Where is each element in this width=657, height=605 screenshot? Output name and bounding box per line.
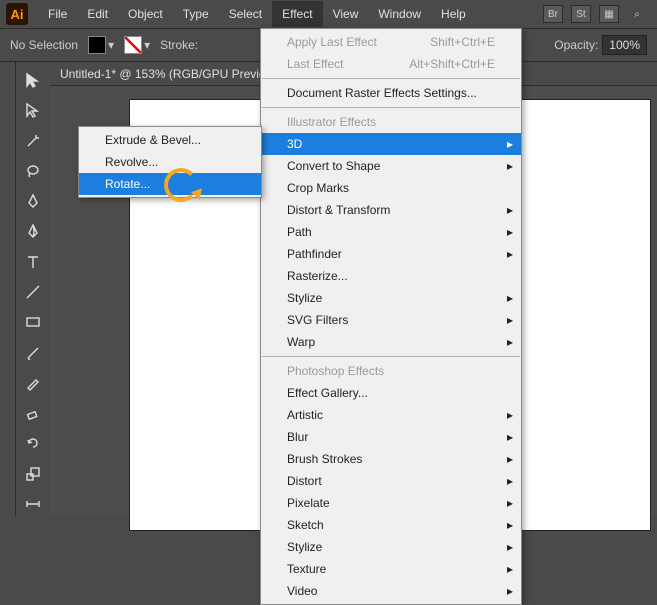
submenu-arrow-icon: ▸ bbox=[507, 225, 513, 239]
stroke-label: Stroke: bbox=[160, 38, 198, 52]
tool-panel bbox=[16, 62, 50, 516]
menu-3d-rotate[interactable]: Rotate... bbox=[79, 173, 261, 195]
effect-3d-submenu: Extrude & Bevel...Revolve...Rotate... bbox=[78, 126, 262, 198]
submenu-arrow-icon: ▸ bbox=[507, 408, 513, 422]
menu-separator bbox=[262, 107, 520, 108]
submenu-arrow-icon: ▸ bbox=[507, 247, 513, 261]
menu-effect-convert-to-shape[interactable]: Convert to Shape▸ bbox=[261, 155, 521, 177]
menu-header-photoshop: Photoshop Effects bbox=[261, 360, 521, 382]
opacity-value[interactable]: 100% bbox=[602, 35, 647, 55]
direct-selection-tool-icon[interactable] bbox=[20, 98, 46, 122]
menu-separator bbox=[262, 356, 520, 357]
submenu-arrow-icon: ▸ bbox=[507, 496, 513, 510]
submenu-arrow-icon: ▸ bbox=[507, 562, 513, 576]
search-icon[interactable]: ⌕ bbox=[627, 5, 647, 23]
menu-separator bbox=[262, 78, 520, 79]
menu-type[interactable]: Type bbox=[173, 1, 219, 27]
menu-effect-effect-gallery[interactable]: Effect Gallery... bbox=[261, 382, 521, 404]
type-tool-icon[interactable] bbox=[20, 250, 46, 274]
menu-3d-revolve[interactable]: Revolve... bbox=[79, 151, 261, 173]
scale-tool-icon[interactable] bbox=[20, 461, 46, 485]
chevron-down-icon[interactable]: ▾ bbox=[144, 38, 150, 52]
menu-3d-extrude-bevel[interactable]: Extrude & Bevel... bbox=[79, 129, 261, 151]
menu-effect-video[interactable]: Video▸ bbox=[261, 580, 521, 602]
paintbrush-tool-icon[interactable] bbox=[20, 340, 46, 364]
submenu-arrow-icon: ▸ bbox=[507, 540, 513, 554]
rotate-tool-icon[interactable] bbox=[20, 431, 46, 455]
submenu-arrow-icon: ▸ bbox=[507, 430, 513, 444]
menu-effect-sketch[interactable]: Sketch▸ bbox=[261, 514, 521, 536]
menu-effect-distort-transform[interactable]: Distort & Transform▸ bbox=[261, 199, 521, 221]
menu-header-illustrator: Illustrator Effects bbox=[261, 111, 521, 133]
menu-apply-last-effect[interactable]: Apply Last EffectShift+Ctrl+E bbox=[261, 31, 521, 53]
menu-doc-raster-settings[interactable]: Document Raster Effects Settings... bbox=[261, 82, 521, 104]
menubar: Ai File Edit Object Type Select Effect V… bbox=[0, 0, 657, 28]
menu-effect-3d[interactable]: 3D▸ bbox=[261, 133, 521, 155]
menu-effect[interactable]: Effect bbox=[272, 1, 322, 27]
workspace-icon[interactable]: ▦ bbox=[599, 5, 619, 23]
submenu-arrow-icon: ▸ bbox=[507, 474, 513, 488]
bridge-icon[interactable]: Br bbox=[543, 5, 563, 23]
pencil-tool-icon[interactable] bbox=[20, 371, 46, 395]
submenu-arrow-icon: ▸ bbox=[507, 313, 513, 327]
rectangle-tool-icon[interactable] bbox=[20, 310, 46, 334]
menu-edit[interactable]: Edit bbox=[77, 1, 118, 27]
menu-effect-stylize[interactable]: Stylize▸ bbox=[261, 287, 521, 309]
stroke-swatch[interactable] bbox=[124, 36, 142, 54]
pen-tool-icon[interactable] bbox=[20, 189, 46, 213]
menu-window[interactable]: Window bbox=[368, 1, 431, 27]
selection-tool-icon[interactable] bbox=[20, 68, 46, 92]
effect-dropdown: Apply Last EffectShift+Ctrl+E Last Effec… bbox=[260, 28, 522, 605]
curvature-tool-icon[interactable] bbox=[20, 219, 46, 243]
line-tool-icon[interactable] bbox=[20, 280, 46, 304]
submenu-arrow-icon: ▸ bbox=[507, 203, 513, 217]
fill-swatch[interactable] bbox=[88, 36, 106, 54]
submenu-arrow-icon: ▸ bbox=[507, 291, 513, 305]
menu-effect-pixelate[interactable]: Pixelate▸ bbox=[261, 492, 521, 514]
panel-collapse-strip[interactable] bbox=[0, 62, 16, 516]
menu-effect-path[interactable]: Path▸ bbox=[261, 221, 521, 243]
width-tool-icon[interactable] bbox=[20, 492, 46, 516]
opacity-label: Opacity: bbox=[554, 38, 598, 52]
menu-effect-artistic[interactable]: Artistic▸ bbox=[261, 404, 521, 426]
menu-effect-pathfinder[interactable]: Pathfinder▸ bbox=[261, 243, 521, 265]
menu-file[interactable]: File bbox=[38, 1, 77, 27]
menu-help[interactable]: Help bbox=[431, 1, 476, 27]
menu-effect-brush-strokes[interactable]: Brush Strokes▸ bbox=[261, 448, 521, 470]
menu-effect-svg-filters[interactable]: SVG Filters▸ bbox=[261, 309, 521, 331]
selection-label: No Selection bbox=[10, 38, 78, 52]
magic-wand-tool-icon[interactable] bbox=[20, 129, 46, 153]
menu-effect-rasterize[interactable]: Rasterize... bbox=[261, 265, 521, 287]
menu-effect-stylize[interactable]: Stylize▸ bbox=[261, 536, 521, 558]
stock-icon[interactable]: St bbox=[571, 5, 591, 23]
menu-effect-warp[interactable]: Warp▸ bbox=[261, 331, 521, 353]
menubar-right: Br St ▦ ⌕ bbox=[543, 5, 657, 23]
chevron-down-icon[interactable]: ▾ bbox=[108, 38, 114, 52]
submenu-arrow-icon: ▸ bbox=[507, 137, 513, 151]
submenu-arrow-icon: ▸ bbox=[507, 584, 513, 598]
lasso-tool-icon[interactable] bbox=[20, 159, 46, 183]
menu-object[interactable]: Object bbox=[118, 1, 173, 27]
submenu-arrow-icon: ▸ bbox=[507, 159, 513, 173]
app-logo: Ai bbox=[6, 3, 28, 25]
submenu-arrow-icon: ▸ bbox=[507, 335, 513, 349]
menu-effect-texture[interactable]: Texture▸ bbox=[261, 558, 521, 580]
menu-effect-blur[interactable]: Blur▸ bbox=[261, 426, 521, 448]
eraser-tool-icon[interactable] bbox=[20, 401, 46, 425]
menu-last-effect[interactable]: Last EffectAlt+Shift+Ctrl+E bbox=[261, 53, 521, 75]
menu-effect-distort[interactable]: Distort▸ bbox=[261, 470, 521, 492]
submenu-arrow-icon: ▸ bbox=[507, 518, 513, 532]
menu-effect-crop-marks[interactable]: Crop Marks bbox=[261, 177, 521, 199]
menu-select[interactable]: Select bbox=[219, 1, 272, 27]
menu-view[interactable]: View bbox=[323, 1, 369, 27]
submenu-arrow-icon: ▸ bbox=[507, 452, 513, 466]
